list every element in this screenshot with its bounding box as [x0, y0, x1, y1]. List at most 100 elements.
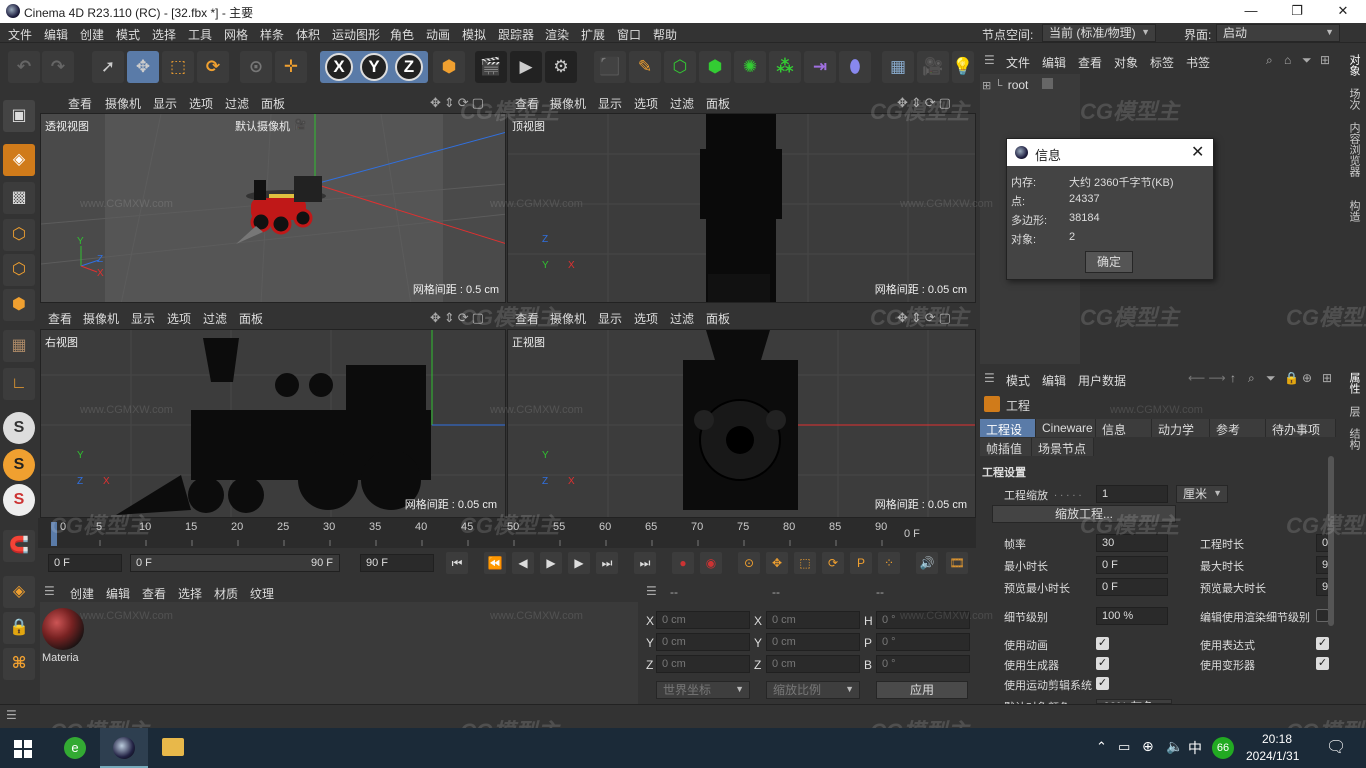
end-frame-field[interactable]: 90 F — [360, 554, 434, 572]
play-icon[interactable]: ▶ — [540, 552, 562, 574]
mat-menu-select[interactable]: 选择 — [178, 585, 202, 602]
snap-settings-icon[interactable]: S — [3, 449, 35, 481]
vp-menu-panel[interactable]: 面板 — [706, 95, 730, 112]
windows-start-icon[interactable] — [14, 740, 32, 758]
recent-tool-icon[interactable]: ⊙ — [240, 51, 272, 83]
vp-menu-display[interactable]: 显示 — [131, 310, 155, 327]
live-selection-icon[interactable]: ➚ — [92, 51, 124, 83]
close-button[interactable]: ✕ — [1320, 0, 1366, 23]
workplane-icon[interactable]: ◈ — [3, 576, 35, 608]
mat-menu-view[interactable]: 查看 — [142, 585, 166, 602]
timeline-ruler[interactable]: 0 5 10 15 20 25 30 35 40 45 50 55 60 65 … — [38, 518, 976, 548]
use-motion-system-checkbox[interactable]: ✓ — [1096, 677, 1109, 690]
viewport-nav-icon[interactable]: ✥⇕⟳▢ — [430, 310, 487, 326]
goto-start-icon[interactable]: ⏮ — [446, 552, 468, 574]
edges-mode-icon[interactable]: ⬡ — [3, 254, 35, 286]
vp-menu-panel[interactable]: 面板 — [239, 310, 263, 327]
vp-menu-display[interactable]: 显示 — [153, 95, 177, 112]
tab-dynamics[interactable]: 动力学 — [1152, 419, 1210, 437]
obj-menu-view[interactable]: 查看 — [1078, 54, 1102, 71]
vp-menu-options[interactable]: 选项 — [634, 310, 658, 327]
taskbar-cinema4d[interactable] — [100, 728, 148, 768]
tray-badge-icon[interactable]: 66 — [1212, 737, 1234, 759]
restore-button[interactable]: ❐ — [1274, 0, 1320, 23]
axis-mode-icon[interactable]: ∟ — [3, 368, 35, 400]
menu-mesh[interactable]: 网格 — [224, 26, 248, 43]
menu-help[interactable]: 帮助 — [653, 26, 677, 43]
coordinate-system-icon[interactable]: ⬢ — [433, 51, 465, 83]
vp-menu-filter[interactable]: 过滤 — [670, 95, 694, 112]
use-deformers-checkbox[interactable]: ✓ — [1316, 657, 1329, 670]
render-picture-viewer-icon[interactable]: ▶ — [510, 51, 542, 83]
node-space-select[interactable]: 当前 (标准/物理) ▼ — [1042, 24, 1156, 42]
side-tab-layers[interactable]: 层 — [1346, 406, 1362, 417]
menu-render[interactable]: 渲染 — [545, 26, 569, 43]
uv-mode-icon[interactable]: ▦ — [3, 330, 35, 362]
key-pla-icon[interactable]: ⁘ — [878, 552, 900, 574]
side-tab-objects[interactable]: 对象 — [1346, 54, 1362, 76]
vp-menu-filter[interactable]: 过滤 — [203, 310, 227, 327]
pen-icon[interactable]: ✎ — [629, 51, 661, 83]
menu-character[interactable]: 角色 — [390, 26, 414, 43]
menu-edit[interactable]: 编辑 — [44, 26, 68, 43]
vp-menu-camera[interactable]: 摄像机 — [550, 95, 586, 112]
sound-icon[interactable]: 🔊 — [916, 552, 938, 574]
vp-menu-filter[interactable]: 过滤 — [670, 310, 694, 327]
scale-mode-select[interactable]: 缩放比例 ▼ — [766, 681, 860, 699]
home-icon[interactable]: ⌂ — [1284, 53, 1291, 67]
front-viewport[interactable]: 正视图 Y Z X 网格间距 : 0.05 cm — [507, 329, 976, 518]
hamburger-icon[interactable]: ☰ — [984, 53, 995, 67]
tray-network-icon[interactable]: ▭ — [1118, 739, 1130, 755]
camera-icon[interactable]: 🎥 — [917, 51, 949, 83]
floor-icon[interactable]: ▦ — [882, 51, 914, 83]
use-expressions-checkbox[interactable]: ✓ — [1316, 637, 1329, 650]
expand-icon[interactable]: ⊞ — [982, 80, 991, 92]
use-generators-checkbox[interactable]: ✓ — [1096, 657, 1109, 670]
tab-project-settings[interactable]: 工程设置 — [980, 419, 1036, 454]
tray-globe-icon[interactable]: ⊕ — [1142, 738, 1154, 755]
key-rotation-icon[interactable]: ⟳ — [822, 552, 844, 574]
vp-menu-camera[interactable]: 摄像机 — [83, 310, 119, 327]
material-swatch[interactable]: Materia — [42, 608, 86, 668]
pos-z-field[interactable]: 0 cm — [656, 655, 750, 673]
vp-menu-view[interactable]: 查看 — [48, 310, 72, 327]
menu-tracker[interactable]: 跟踪器 — [498, 26, 534, 43]
minimize-button[interactable]: — — [1228, 0, 1274, 23]
menu-select[interactable]: 选择 — [152, 26, 176, 43]
obj-menu-file[interactable]: 文件 — [1006, 54, 1030, 71]
render-view-icon[interactable]: 🎬 — [475, 51, 507, 83]
mat-menu-material[interactable]: 材质 — [214, 585, 238, 602]
y-axis-lock-button[interactable]: Y — [360, 53, 388, 81]
new-manager-icon[interactable]: ⊕ — [1302, 371, 1312, 385]
pos-y-field[interactable]: 0 cm — [656, 633, 750, 651]
right-viewport[interactable]: 右视图 Y Z X 网格间距 : 0.05 cm — [40, 329, 506, 518]
rot-b-field[interactable]: 0 ° — [876, 655, 970, 673]
snap-workplane-icon[interactable]: S — [3, 484, 35, 516]
size-z-field[interactable]: 0 cm — [766, 655, 860, 673]
pos-x-field[interactable]: 0 cm — [656, 611, 750, 629]
add-view-icon[interactable]: ⊞ — [1320, 53, 1330, 67]
obj-menu-tags[interactable]: 标签 — [1150, 54, 1174, 71]
menu-tools[interactable]: 工具 — [188, 26, 212, 43]
ok-button[interactable]: 确定 — [1085, 251, 1133, 273]
visibility-icon[interactable] — [1041, 78, 1053, 89]
notification-icon[interactable]: 🗨 — [1326, 737, 1346, 757]
attr-menu-userdata[interactable]: 用户数据 — [1078, 372, 1126, 389]
filter-icon[interactable]: ⏷ — [1302, 53, 1312, 68]
obj-menu-bookmarks[interactable]: 书签 — [1186, 54, 1210, 71]
polygons-mode-icon[interactable]: ⬢ — [3, 289, 35, 321]
project-scale-field[interactable]: 1 — [1096, 485, 1168, 503]
vp-menu-panel[interactable]: 面板 — [706, 310, 730, 327]
attr-menu-edit[interactable]: 编辑 — [1042, 372, 1066, 389]
hamburger-icon[interactable]: ☰ — [44, 584, 55, 598]
preview-range-slider[interactable]: 0 F 90 F — [130, 554, 340, 572]
vp-menu-options[interactable]: 选项 — [189, 95, 213, 112]
layout-select[interactable]: 启动 ▼ — [1216, 24, 1340, 42]
extrude-icon[interactable]: ⬢ — [699, 51, 731, 83]
key-parameter-icon[interactable]: P — [850, 552, 872, 574]
rot-h-field[interactable]: 0 ° — [876, 611, 970, 629]
z-axis-lock-button[interactable]: Z — [395, 53, 423, 81]
next-key-icon[interactable]: ⏭ — [596, 552, 618, 574]
menu-create[interactable]: 创建 — [80, 26, 104, 43]
perspective-viewport[interactable]: 透视视图 默认摄像机 🎥 Y Z X 网格间距 : 0.5 cm — [40, 113, 506, 303]
